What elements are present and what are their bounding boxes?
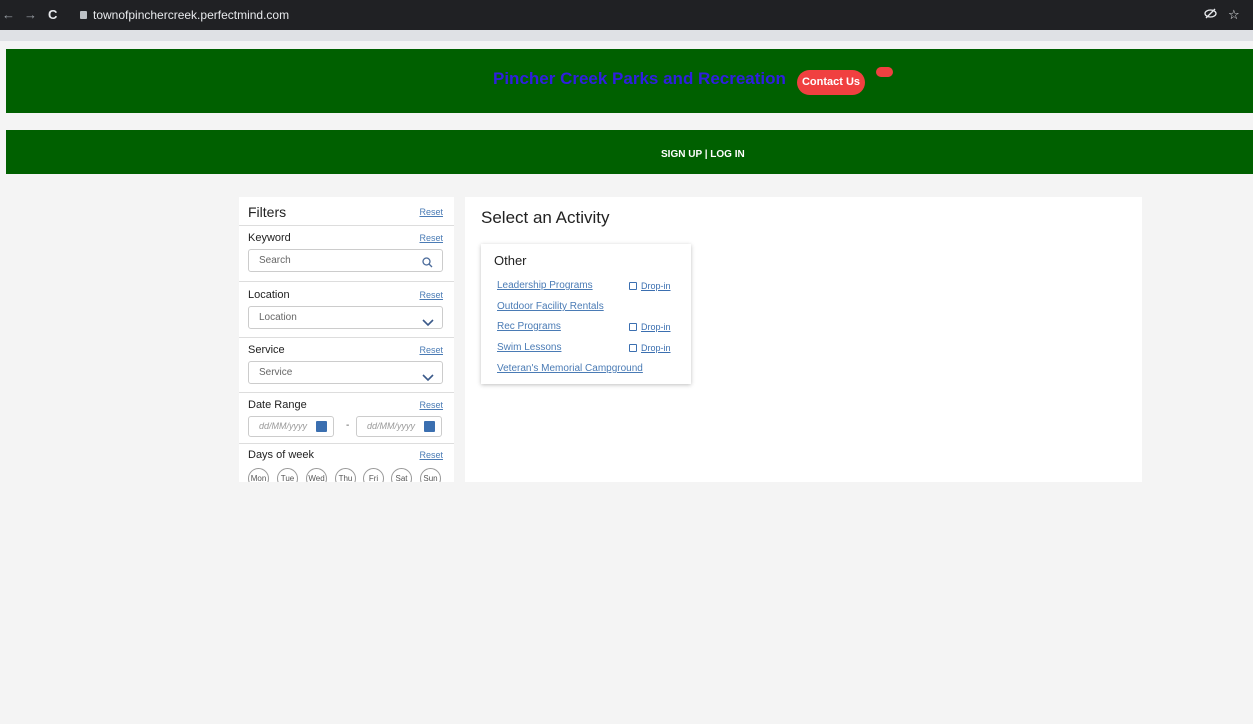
activity-link-swim-lessons[interactable]: Swim Lessons [497, 342, 561, 353]
location-reset-link[interactable]: Reset [419, 290, 443, 300]
drop-in-link[interactable]: Drop-in [629, 281, 671, 291]
keyword-label: Keyword [248, 232, 291, 244]
day-toggle-tue[interactable]: Tue [277, 468, 298, 482]
service-select[interactable]: Service [248, 361, 443, 384]
divider [239, 281, 454, 282]
activity-category-card: Other Leadership Programs Drop-in Outdoo… [481, 244, 691, 384]
day-toggle-wed[interactable]: Wed [306, 468, 327, 482]
location-label: Location [248, 289, 290, 301]
day-toggle-sat[interactable]: Sat [391, 468, 412, 482]
day-toggle-thu[interactable]: Thu [335, 468, 356, 482]
url-text: townofpinchercreek.perfectmind.com [93, 8, 290, 22]
date-range-label: Date Range [248, 399, 307, 411]
search-placeholder: Search [259, 255, 291, 266]
calendar-icon[interactable] [316, 421, 327, 432]
day-toggle-sun[interactable]: Sun [420, 468, 441, 482]
activity-link-leadership-programs[interactable]: Leadership Programs [497, 280, 593, 291]
location-select[interactable]: Location [248, 306, 443, 329]
eye-off-icon[interactable] [1204, 7, 1218, 21]
activity-link-outdoor-facility-rentals[interactable]: Outdoor Facility Rentals [497, 301, 604, 312]
notification-pill[interactable] [876, 67, 893, 77]
day-toggle-mon[interactable]: Mon [248, 468, 269, 482]
filters-title: Filters [248, 204, 287, 220]
activity-panel: Select an Activity Other Leadership Prog… [465, 197, 1142, 482]
date-to-placeholder: dd/MM/yyyy [367, 421, 416, 431]
star-icon[interactable]: ☆ [1228, 7, 1240, 23]
days-of-week-label: Days of week [248, 449, 315, 461]
calendar-check-icon [629, 344, 637, 352]
divider [239, 392, 454, 393]
sign-up-log-in-link[interactable]: SIGN UP | LOG IN [661, 149, 745, 160]
contact-us-button[interactable]: Contact Us [797, 70, 865, 95]
calendar-check-icon [629, 282, 637, 290]
activity-link-rec-programs[interactable]: Rec Programs [497, 321, 561, 332]
divider [239, 225, 454, 226]
reset-all-link[interactable]: Reset [419, 207, 443, 217]
browser-bookmarks-area [0, 30, 1253, 41]
date-from-placeholder: dd/MM/yyyy [259, 421, 308, 431]
site-title[interactable]: Pincher Creek Parks and Recreation [493, 69, 786, 89]
date-range-reset-link[interactable]: Reset [419, 400, 443, 410]
calendar-check-icon [629, 323, 637, 331]
service-reset-link[interactable]: Reset [419, 345, 443, 355]
site-header: Pincher Creek Parks and Recreation Conta… [6, 49, 1253, 113]
search-input[interactable]: Search [248, 249, 443, 272]
auth-bar: SIGN UP | LOG IN [6, 130, 1253, 174]
category-title: Other [494, 253, 527, 268]
date-from-input[interactable]: dd/MM/yyyy [248, 416, 334, 437]
lock-icon [80, 11, 87, 19]
divider [239, 337, 454, 338]
activity-link-veterans-memorial-campground[interactable]: Veteran's Memorial Campground [497, 363, 643, 374]
forward-icon[interactable]: → [24, 7, 37, 22]
service-label: Service [248, 344, 285, 356]
keyword-reset-link[interactable]: Reset [419, 233, 443, 243]
reload-icon[interactable]: C [48, 7, 57, 22]
date-separator: - [346, 420, 350, 431]
days-of-week-reset-link[interactable]: Reset [419, 450, 443, 460]
filters-panel: Filters Reset Keyword Reset Search Locat… [239, 197, 454, 482]
drop-in-label: Drop-in [641, 343, 671, 353]
search-icon [422, 254, 434, 268]
drop-in-link[interactable]: Drop-in [629, 343, 671, 353]
browser-toolbar: ← → C townofpinchercreek.perfectmind.com… [0, 0, 1253, 30]
back-icon[interactable]: ← [2, 7, 15, 22]
drop-in-label: Drop-in [641, 281, 671, 291]
address-bar[interactable]: townofpinchercreek.perfectmind.com [72, 5, 1242, 25]
page-title: Select an Activity [481, 208, 610, 227]
divider [239, 443, 454, 444]
calendar-icon[interactable] [424, 421, 435, 432]
date-to-input[interactable]: dd/MM/yyyy [356, 416, 442, 437]
service-value: Service [259, 367, 293, 378]
drop-in-link[interactable]: Drop-in [629, 322, 671, 332]
chevron-down-icon [422, 313, 434, 327]
chevron-down-icon [422, 368, 434, 382]
day-toggle-fri[interactable]: Fri [363, 468, 384, 482]
location-value: Location [259, 312, 297, 323]
drop-in-label: Drop-in [641, 322, 671, 332]
